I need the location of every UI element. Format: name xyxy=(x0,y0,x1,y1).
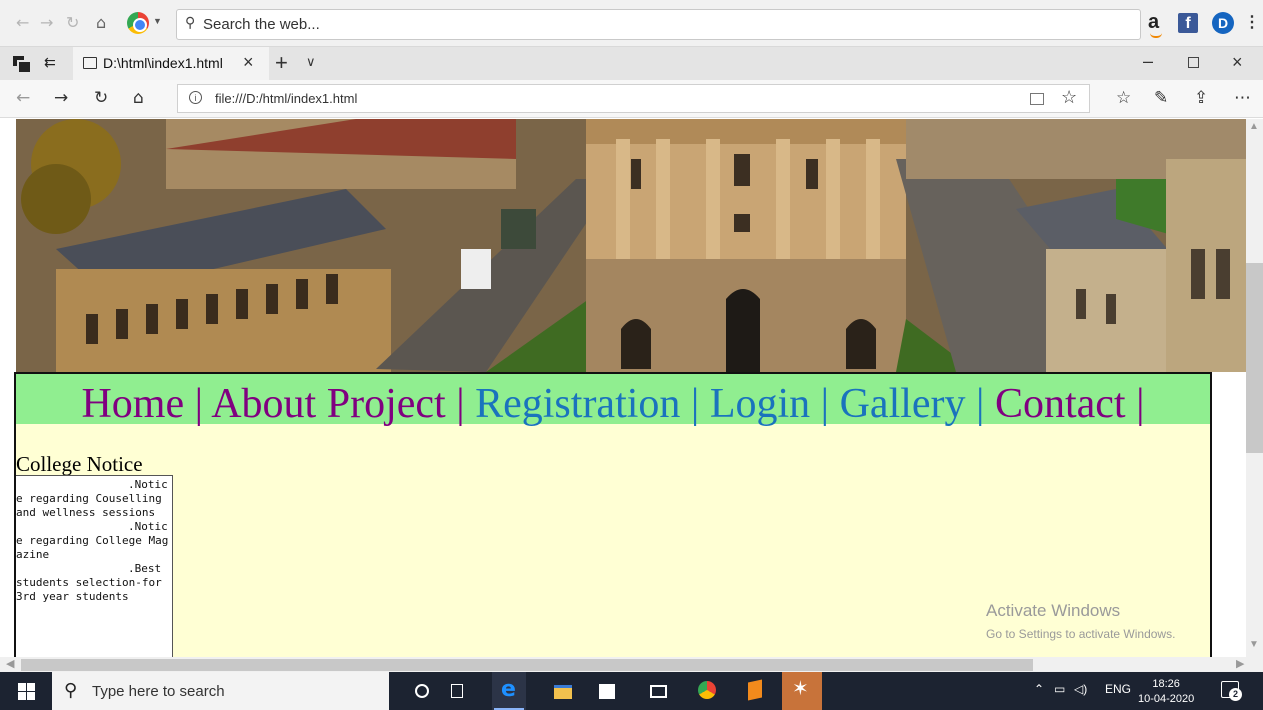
facebook-extension-icon[interactable]: f xyxy=(1178,13,1198,33)
tab-strip: ⇇ D:\html\index1.html × + ∨ – × xyxy=(0,47,1263,80)
amazon-extension-icon[interactable]: a xyxy=(1148,11,1163,38)
taskbar-search-input[interactable]: ⚲ Type here to search xyxy=(52,672,389,710)
minimize-icon[interactable]: – xyxy=(1143,51,1153,72)
refresh-icon[interactable]: ↻ xyxy=(66,13,79,32)
mail-icon[interactable] xyxy=(641,672,675,710)
college-notice-heading: College Notice xyxy=(16,452,143,476)
show-hidden-icons-chevron-icon[interactable]: ⌃ xyxy=(1034,682,1044,696)
activate-windows-watermark: Activate Windows Go to Settings to activ… xyxy=(986,601,1175,641)
address-toolbar: ← → ↻ ⌂ i file:///D:/html/index1.html ☆ … xyxy=(0,80,1263,118)
nav-link-login[interactable]: Login xyxy=(710,381,810,427)
task-view-icon[interactable] xyxy=(440,672,474,710)
d-extension-icon[interactable]: D xyxy=(1212,12,1234,34)
scroll-down-arrow-icon[interactable]: ▼ xyxy=(1249,639,1259,650)
clock-date: 10-04-2020 xyxy=(1138,693,1195,705)
chevron-down-icon[interactable]: ▼ xyxy=(153,16,162,26)
notice-marquee: .Notice regarding Couselling and wellnes… xyxy=(16,475,173,657)
back-arrow-icon[interactable]: ← xyxy=(16,13,29,32)
clock-time: 18:26 xyxy=(1152,678,1180,690)
reading-view-icon[interactable] xyxy=(1030,93,1044,105)
nav-link-gallery[interactable]: Gallery xyxy=(840,381,966,427)
watermark-subtitle: Go to Settings to activate Windows. xyxy=(986,627,1176,641)
search-icon: ⚲ xyxy=(185,15,196,31)
close-tab-icon[interactable]: × xyxy=(243,52,254,73)
tab-stack-icon[interactable] xyxy=(13,56,30,72)
info-icon[interactable]: i xyxy=(189,91,202,104)
notice-item[interactable]: .Best students selection-for 3rd year st… xyxy=(16,562,169,604)
language-indicator[interactable]: ENG xyxy=(1105,682,1131,696)
chrome-logo-icon[interactable] xyxy=(127,12,149,34)
chrome-taskbar-icon[interactable] xyxy=(690,672,724,710)
edge-browser-icon[interactable]: e xyxy=(492,672,526,710)
nav-separator: | xyxy=(976,381,985,427)
address-input[interactable]: i file:///D:/html/index1.html ☆ xyxy=(177,84,1090,113)
nav-separator: | xyxy=(690,381,700,427)
nav-separator: | xyxy=(1136,381,1145,427)
college-banner-image xyxy=(16,119,1246,372)
nav-link-contact[interactable]: Contact xyxy=(995,381,1126,427)
nav-link-home[interactable]: Home xyxy=(81,381,184,427)
outer-browser-toolbar: ← → ↻ ⌂ ▼ ⚲ Search the web... a f D ⋮ xyxy=(0,0,1263,47)
windows-taskbar: ⚲ Type here to search e ✶ ⌃ ▭ ◁) ENG 18:… xyxy=(0,672,1263,710)
web-search-placeholder: Search the web... xyxy=(203,16,320,33)
action-center-icon[interactable]: 2 xyxy=(1221,681,1242,701)
file-explorer-icon[interactable] xyxy=(546,672,580,710)
share-icon[interactable]: ⇪ xyxy=(1194,88,1208,108)
web-search-input[interactable]: ⚲ Search the web... xyxy=(176,9,1141,40)
vertical-scroll-thumb[interactable] xyxy=(1246,263,1263,453)
tab-preview-chevron-icon[interactable]: ∨ xyxy=(306,55,316,70)
home-icon[interactable]: ⌂ xyxy=(96,13,106,32)
address-url: file:///D:/html/index1.html xyxy=(215,91,358,106)
home-icon[interactable]: ⌂ xyxy=(133,88,144,108)
favorite-star-icon[interactable]: ☆ xyxy=(1061,87,1077,108)
volume-icon[interactable]: ◁) xyxy=(1074,682,1087,696)
scroll-left-arrow-icon[interactable]: ◀ xyxy=(6,657,14,670)
more-icon[interactable]: ⋯ xyxy=(1234,88,1251,108)
tab-index1[interactable]: D:\html\index1.html × xyxy=(73,47,269,80)
set-aside-tabs-icon[interactable]: ⇇ xyxy=(44,55,56,71)
notice-item[interactable]: .Notice regarding College Magazine xyxy=(16,520,169,562)
vertical-scrollbar[interactable]: ▲ ▼ xyxy=(1246,119,1263,657)
refresh-icon[interactable]: ↻ xyxy=(94,88,108,108)
watermark-title: Activate Windows xyxy=(986,601,1121,620)
horizontal-scroll-thumb[interactable] xyxy=(21,659,1033,671)
store-icon[interactable] xyxy=(590,672,624,710)
page-viewport: Home | About Project | Registration | Lo… xyxy=(0,119,1263,657)
maximize-icon[interactable] xyxy=(1188,57,1199,68)
favorites-icon[interactable]: ☆ xyxy=(1116,88,1131,108)
notice-item[interactable]: .Notice regarding Couselling and wellnes… xyxy=(16,478,169,520)
notification-count: 2 xyxy=(1229,688,1242,701)
battery-icon[interactable]: ▭ xyxy=(1054,682,1065,696)
search-icon: ⚲ xyxy=(64,680,78,701)
kebab-menu-icon[interactable]: ⋮ xyxy=(1244,12,1260,32)
scroll-right-arrow-icon[interactable]: ▶ xyxy=(1236,657,1244,670)
back-icon[interactable]: ← xyxy=(16,88,30,108)
nav-link-about-project[interactable]: About Project xyxy=(211,381,445,427)
app-star-icon[interactable]: ✶ xyxy=(782,672,822,710)
system-clock[interactable]: 18:26 10-04-2020 xyxy=(1138,677,1194,707)
forward-icon[interactable]: → xyxy=(54,88,68,108)
sublime-text-icon[interactable] xyxy=(738,672,772,710)
nav-separator: | xyxy=(194,381,204,427)
new-tab-icon[interactable]: + xyxy=(275,50,288,76)
close-window-icon[interactable]: × xyxy=(1232,52,1243,73)
nav-separator: | xyxy=(820,381,830,427)
main-nav: Home | About Project | Registration | Lo… xyxy=(16,374,1210,434)
windows-start-icon[interactable] xyxy=(18,683,35,700)
page-icon xyxy=(83,57,97,69)
taskbar-search-placeholder: Type here to search xyxy=(92,683,225,700)
scroll-up-arrow-icon[interactable]: ▲ xyxy=(1249,121,1259,132)
pen-icon[interactable]: ✎ xyxy=(1154,88,1168,108)
nav-link-registration[interactable]: Registration xyxy=(475,381,680,427)
cortana-icon[interactable] xyxy=(405,672,439,710)
nav-separator: | xyxy=(456,381,465,427)
forward-arrow-icon[interactable]: → xyxy=(40,13,53,32)
tab-title: D:\html\index1.html xyxy=(103,55,223,71)
horizontal-scrollbar[interactable]: ◀ ▶ xyxy=(0,657,1263,672)
